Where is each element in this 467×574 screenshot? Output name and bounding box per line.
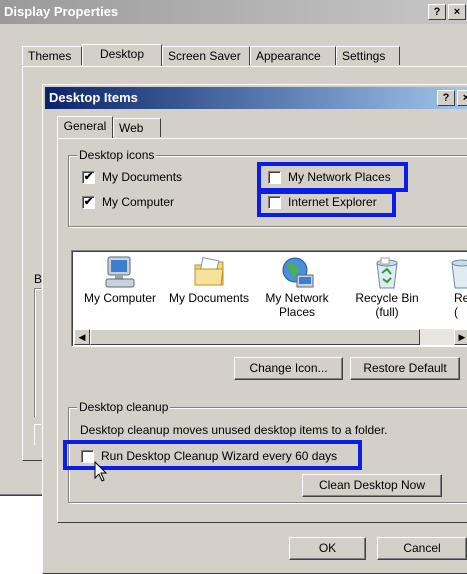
tab-settings[interactable]: Settings	[336, 46, 400, 65]
tab-screen-saver[interactable]: Screen Saver	[162, 46, 250, 65]
scroll-left-button[interactable]: ◀	[74, 329, 90, 345]
window-title: Display Properties	[4, 4, 119, 19]
ok-button[interactable]: OK	[289, 537, 366, 560]
folder-icon	[194, 256, 224, 286]
icon-label: Re (	[454, 291, 467, 319]
tab-themes[interactable]: Themes	[22, 46, 82, 65]
my-computer-label[interactable]: My Computer	[102, 195, 174, 209]
icon-label: My Computer	[83, 291, 157, 305]
desktop-items-dialog: Desktop Items ? × General Web Desktop ic…	[42, 84, 467, 574]
change-icon-button[interactable]: Change Icon...	[234, 357, 343, 380]
icon-label: My Documents	[168, 291, 250, 305]
display-properties-titlebar[interactable]: Display Properties	[0, 0, 467, 24]
cancel-button[interactable]: Cancel	[377, 537, 467, 560]
desktop-items-titlebar[interactable]: Desktop Items	[45, 87, 467, 109]
highlight-my-network-places	[257, 162, 408, 192]
help-button[interactable]: ?	[437, 90, 455, 106]
icon-item[interactable]: My Documents	[164, 255, 254, 305]
highlight-internet-explorer	[257, 190, 396, 217]
icon-item[interactable]: Recycle Bin (full)	[344, 255, 430, 319]
tab-general[interactable]: General	[57, 116, 113, 138]
tab-web[interactable]: Web	[113, 118, 161, 137]
icon-item[interactable]: My Computer	[76, 255, 164, 305]
recycle-bin-empty-icon	[451, 259, 467, 289]
my-documents-checkbox[interactable]: ✔	[82, 171, 95, 184]
dialog-title: Desktop Items	[49, 90, 138, 105]
icon-label: Recycle Bin (full)	[355, 291, 419, 319]
my-documents-label[interactable]: My Documents	[102, 170, 182, 184]
desktop-icons-legend: Desktop icons	[77, 148, 157, 162]
cleanup-description: Desktop cleanup moves unused desktop ite…	[80, 423, 388, 437]
my-computer-checkbox[interactable]: ✔	[82, 196, 95, 209]
help-button[interactable]: ?	[428, 4, 446, 20]
partial-label: B	[34, 272, 43, 286]
scroll-thumb[interactable]	[90, 329, 420, 345]
partial-list-edge	[34, 288, 41, 417]
partial-button-edge	[34, 424, 41, 445]
horizontal-scrollbar[interactable]: ◀ ▶	[74, 329, 467, 345]
restore-default-button[interactable]: Restore Default	[350, 357, 460, 380]
tab-appearance[interactable]: Appearance	[250, 46, 336, 65]
network-places-icon	[282, 257, 314, 288]
desktop-icon-list[interactable]: My Computer My Documents My Network Plac…	[71, 250, 467, 347]
icon-item[interactable]: Re (	[436, 255, 467, 319]
scroll-right-button[interactable]: ▶	[454, 329, 467, 345]
computer-icon	[105, 256, 135, 288]
mouse-cursor-icon	[94, 461, 108, 482]
clean-desktop-now-button[interactable]: Clean Desktop Now	[302, 474, 442, 497]
desktop-items-tabs: General Web	[57, 116, 257, 138]
recycle-bin-icon	[376, 257, 398, 289]
close-button[interactable]: ×	[457, 90, 467, 106]
close-button[interactable]: ×	[448, 4, 466, 20]
tab-desktop[interactable]: Desktop	[82, 44, 162, 66]
desktop-cleanup-legend: Desktop cleanup	[77, 400, 171, 414]
display-tabs: Themes Desktop Screen Saver Appearance S…	[22, 44, 462, 66]
icon-label: My Network Places	[265, 291, 329, 319]
icon-item[interactable]: My Network Places	[254, 255, 340, 319]
